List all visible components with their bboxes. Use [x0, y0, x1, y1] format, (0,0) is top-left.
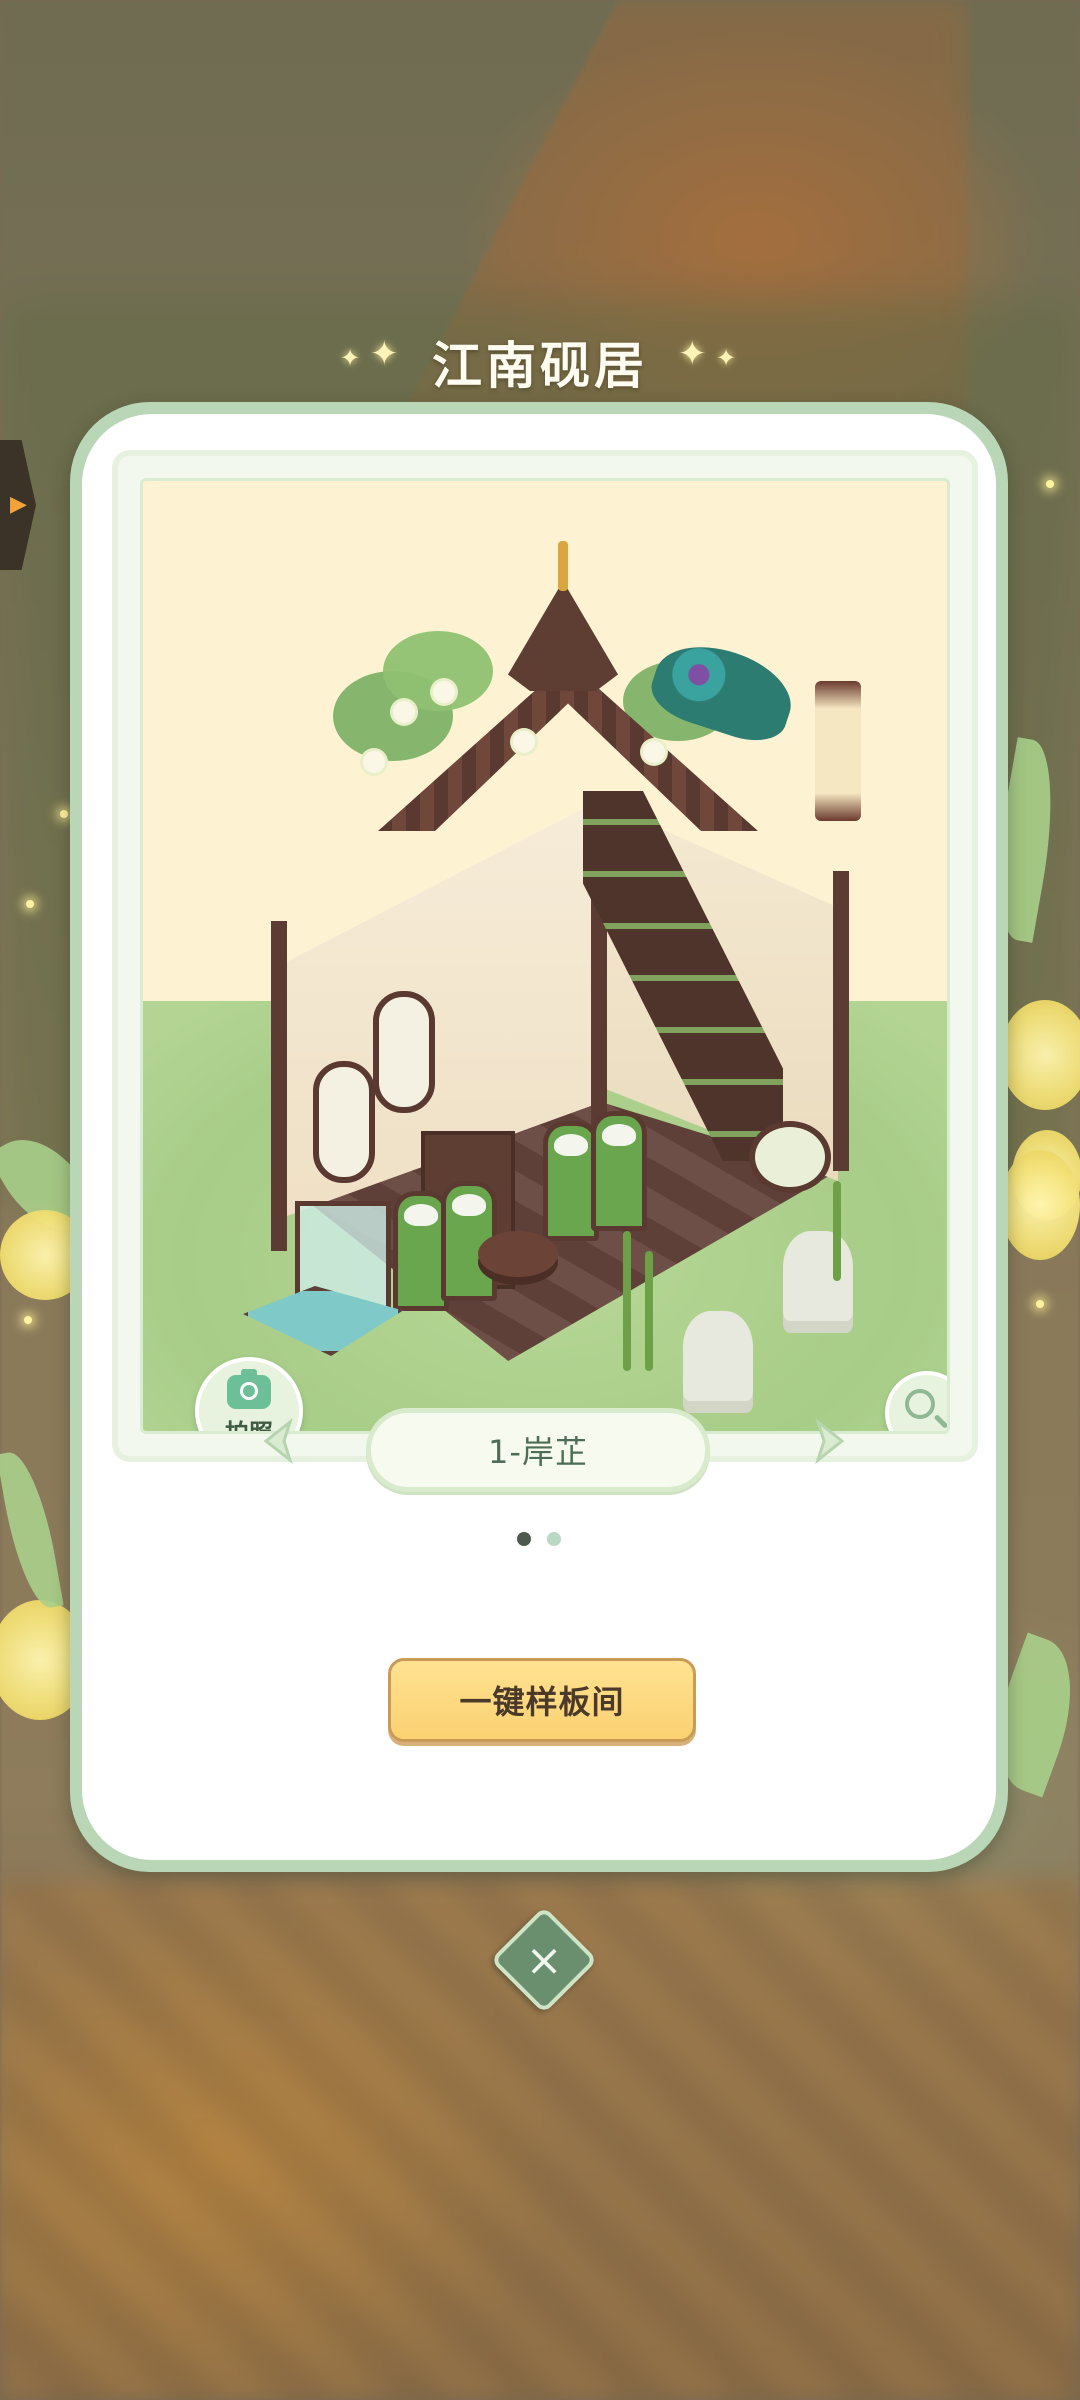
pagination-dots	[82, 1532, 996, 1546]
zoom-list-icon	[905, 1389, 935, 1419]
room-post	[271, 921, 287, 1251]
blossom	[433, 681, 455, 703]
showroom-card: 拍照 1-岸芷 一键样板间	[70, 402, 1008, 1872]
pagoda-spire	[558, 541, 568, 591]
flower-decoration	[1000, 1000, 1080, 1110]
blossom	[363, 751, 385, 773]
room-post	[833, 871, 849, 1171]
lantern	[815, 681, 861, 821]
close-icon: ×	[525, 1934, 563, 1986]
chevron-left-icon	[263, 1417, 293, 1465]
round-window	[749, 1121, 831, 1193]
flower-decoration	[1000, 1150, 1080, 1260]
sparkle-icon: ✦	[716, 344, 737, 372]
camera-icon	[227, 1368, 271, 1409]
stone-lion	[683, 1311, 753, 1401]
blossom	[513, 731, 535, 753]
blossom	[643, 741, 665, 763]
bamboo	[833, 1181, 841, 1281]
page-dot[interactable]	[547, 1532, 561, 1546]
bamboo	[623, 1231, 631, 1371]
pagoda-tower	[508, 581, 618, 691]
oval-mirror	[313, 1061, 375, 1183]
play-arrow-icon: ▶	[10, 492, 27, 517]
oval-mirror	[373, 991, 435, 1113]
round-table	[478, 1231, 558, 1277]
page-title: 江南砚居	[432, 337, 648, 395]
folding-screen	[591, 1111, 647, 1231]
card-body: 拍照 1-岸芷 一键样板间	[82, 414, 996, 1860]
prev-layout-button[interactable]	[258, 1416, 298, 1466]
preview-frame: 拍照	[112, 450, 978, 1462]
room-illustration	[183, 541, 933, 1401]
sparkle-icon	[1046, 480, 1054, 488]
blossom	[393, 701, 415, 723]
apply-showroom-button[interactable]: 一键样板间	[388, 1658, 696, 1742]
sparkle-icon	[1036, 1300, 1044, 1308]
sparkle-icon	[26, 900, 34, 908]
room-preview: 拍照	[140, 478, 950, 1434]
sparkle-icon	[24, 1316, 32, 1324]
next-layout-button[interactable]	[810, 1416, 850, 1466]
chevron-right-icon	[815, 1417, 845, 1465]
sparkle-icon: ✦	[678, 334, 707, 374]
layout-name: 1-岸芷	[366, 1408, 710, 1492]
zoom-handle	[933, 1414, 947, 1429]
stone-lion	[783, 1231, 853, 1321]
page-dot-active[interactable]	[517, 1532, 531, 1546]
bamboo	[645, 1251, 653, 1371]
sparkle-icon	[60, 810, 68, 818]
